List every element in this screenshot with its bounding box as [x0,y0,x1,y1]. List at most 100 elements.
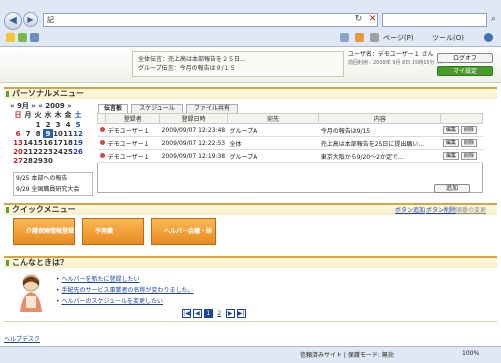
cal-day[interactable]: 22 [33,147,43,156]
row-icon [97,136,106,150]
address-bar[interactable]: 記 [43,13,378,27]
tab-schedule[interactable]: スケジュール [131,104,183,113]
help-link[interactable]: 手配先のサービス事業者の名称が変わりました。 [61,287,193,294]
page-1[interactable]: 1 [203,309,213,318]
row-content: 売上高は本部報告を25日に提出願い... [318,136,441,150]
quick-plan-actual-button[interactable]: 予実績 [82,218,144,245]
cal-day[interactable]: 12 [73,129,83,138]
help-icon[interactable] [484,33,493,42]
cal-day[interactable]: 9 [43,129,53,138]
cal-day[interactable]: 18 [63,138,73,147]
my-settings-button[interactable]: マイ設定 [437,66,493,76]
cal-day[interactable]: 16 [43,138,53,147]
cal-day [63,156,73,165]
refresh-icon[interactable]: ↻ [352,13,365,27]
cal-day[interactable]: 10 [53,129,63,138]
print-icon[interactable] [370,33,379,42]
cal-day[interactable]: 17 [53,138,63,147]
cal-day[interactable]: 11 [63,129,73,138]
edit-button[interactable]: 編集 [442,139,459,147]
home-icon[interactable] [340,33,349,42]
cal-day[interactable]: 24 [53,147,63,156]
cal-day[interactable]: 13 [13,138,23,147]
cal-day[interactable]: 21 [23,147,33,156]
helpdesk-link[interactable]: ヘルプデスク [4,334,40,343]
cal-day[interactable]: 20 [13,147,23,156]
edit-button[interactable]: 編集 [442,126,459,134]
search-input[interactable] [382,13,487,27]
cal-day[interactable]: 3 [53,120,63,129]
cal-day[interactable]: 8 [33,129,43,138]
cal-day[interactable]: 4 [63,120,73,129]
user-info: ユーザ名：デモユーザー１ さん 前回利用：2009年 9月 8日 15時15分 … [348,50,441,68]
notice-box: 全体伝言：売上高は本部報告を２５日... グループ伝言：今月の報告は９/１５ [132,51,344,77]
cal-day[interactable]: 14 [23,138,33,147]
quick-helper-meeting-button[interactable]: ヘルパー会議・研修 [151,218,216,260]
quick-care-insurance-button[interactable]: 介護保険情報登録 [13,218,75,245]
edit-button[interactable]: 編集 [442,152,459,160]
cal-day [53,156,63,165]
help-item: • ヘルパーのスケジュールを変更したい [56,298,164,305]
cal-day[interactable]: 5 [73,120,83,129]
event-list: 9/25 本部への報告 9/29 全国職員研究大会 [13,172,93,196]
prev-page-icon[interactable]: ◀ [192,309,202,318]
cal-day[interactable]: 25 [63,147,73,156]
col-to: 宛先 [226,113,320,124]
cal-day[interactable]: 2 [43,120,53,129]
status-bar [0,346,501,363]
event-item[interactable]: 9/29 全国職員研究大会 [14,184,92,195]
cal-day[interactable]: 7 [23,129,33,138]
back-icon[interactable]: ◀ [4,12,22,30]
table-row: デモユーザー１ 2009/09/07 12:23:48 グループA 今月の報告は… [97,123,483,137]
delete-button[interactable]: 削除 [460,139,477,147]
cal-day[interactable]: 1 [33,120,43,129]
add-favorites-icon[interactable] [18,33,27,42]
delete-button-link[interactable]: ボタン削除 [426,205,456,214]
first-page-icon[interactable]: |◀ [182,309,191,318]
delete-button[interactable]: 削除 [460,152,477,160]
page-2[interactable]: 2 [215,309,224,318]
cal-prev-icon[interactable]: « [10,102,15,110]
page-menu[interactable]: ページ(P) [383,33,414,43]
cal-day[interactable]: 26 [73,147,83,156]
last-page-icon[interactable]: ▶| [236,309,246,318]
personal-menu-title: パーソナルメニュー [4,87,497,99]
help-item: • 手配先のサービス事業者の名称が変わりました。 [56,287,194,294]
help-link[interactable]: ヘルパーのスケジュールを変更したい [61,298,163,305]
cal-day[interactable]: 15 [33,138,43,147]
zoom-level[interactable]: 100% [462,350,479,357]
row-content: 今月の報告は9/15 [318,123,441,137]
col-content: 内容 [318,113,442,124]
reorder-link[interactable]: 順番の変更 [456,205,486,214]
cal-day[interactable]: 19 [73,138,83,147]
cal-year-prev-icon[interactable]: « [38,102,43,110]
cal-weekday: 火 [34,111,42,119]
row-user: デモユーザー１ [105,123,160,137]
tools-menu[interactable]: ツール(O) [432,33,464,43]
add-button[interactable]: 追加 [434,184,470,193]
tab-message-board[interactable]: 伝言板 [98,104,128,113]
cal-day[interactable]: 29 [33,156,43,165]
add-button-link[interactable]: ボタン追加 [395,205,425,214]
cal-day[interactable]: 23 [43,147,53,156]
cal-day[interactable]: 28 [23,156,33,165]
table-row: デモユーザー１ 2009/09/07 12:19:38 グループA 東京大阪から… [97,149,483,163]
cal-next-icon[interactable]: » [31,102,36,110]
cal-year-next-icon[interactable]: » [67,102,72,110]
favorites-star-icon[interactable] [6,33,15,42]
next-page-icon[interactable]: ▶ [225,309,235,318]
row-icon [97,149,106,163]
delete-button[interactable]: 削除 [460,126,477,134]
forward-icon[interactable]: ▶ [23,12,38,27]
cal-day[interactable]: 27 [13,156,23,165]
search-icon[interactable]: ⌕ [487,13,500,27]
tab-file-share[interactable]: ファイル共有 [186,104,238,113]
cal-day[interactable]: 30 [43,156,53,165]
help-link[interactable]: ヘルパーを新たに登録したい [61,276,139,283]
logoff-button[interactable]: ログオフ [437,53,493,63]
stop-icon[interactable]: ✕ [366,13,379,27]
quick-care-insurance-label: 介護保険情報登録 [26,228,75,235]
event-item[interactable]: 9/25 本部への報告 [14,173,92,184]
feed-icon[interactable] [355,33,364,42]
cal-day[interactable]: 6 [13,129,23,138]
